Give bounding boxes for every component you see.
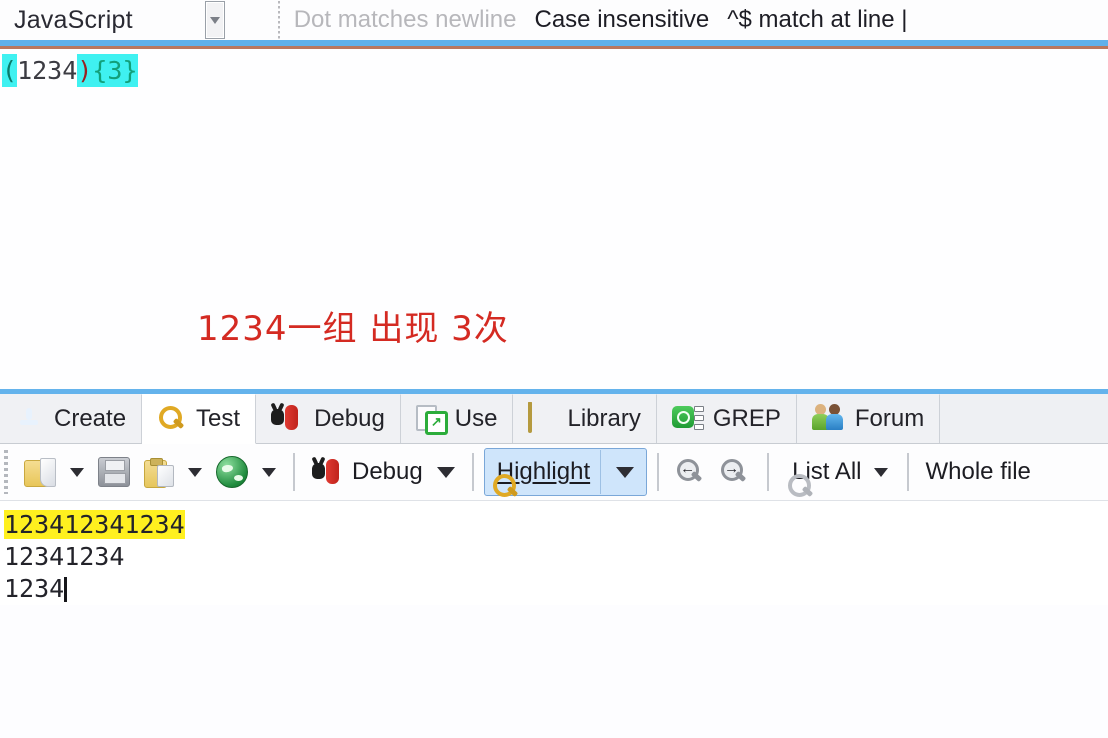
tab-forum[interactable]: Forum xyxy=(796,394,941,443)
clipboard-paste-icon xyxy=(144,457,174,488)
toolbar-separator-2 xyxy=(471,453,474,491)
paste-dropdown-arrow[interactable] xyxy=(188,467,202,477)
tab-debug-label: Debug xyxy=(314,405,385,432)
tab-test[interactable]: Test xyxy=(142,394,257,444)
chevron-down-icon xyxy=(209,16,220,24)
scope-label: Whole file xyxy=(925,458,1031,485)
option-dot-matches-newline[interactable]: Dot matches newline xyxy=(294,6,517,34)
tab-create[interactable]: Create xyxy=(0,394,143,443)
highlight-dropdown-arrow[interactable] xyxy=(600,450,640,494)
option-caret-dollar-match-at-line[interactable]: ^$ match at line | xyxy=(727,6,907,34)
debug-dropdown-arrow[interactable] xyxy=(436,466,455,478)
option-case-insensitive[interactable]: Case insensitive xyxy=(535,6,710,34)
list-all-dropdown-arrow[interactable] xyxy=(873,467,888,477)
debug-button-label: Debug xyxy=(352,458,423,485)
find-previous-button[interactable]: ← xyxy=(669,448,713,496)
regex-token-close-group: ) xyxy=(77,54,93,87)
regex-flavor-label[interactable]: JavaScript xyxy=(14,6,133,35)
magnifier-icon xyxy=(157,404,187,434)
open-file-dropdown-arrow[interactable] xyxy=(70,467,84,477)
subject-line-text: 12341234 xyxy=(4,542,125,571)
regex-token-open-group: ( xyxy=(2,54,18,87)
list-all-button[interactable]: List All xyxy=(779,448,896,496)
main-tab-strip: Create Test Debug ↗ Use Library GREP For… xyxy=(0,394,1108,444)
open-in-browser-button[interactable] xyxy=(209,448,255,496)
regexbuddy-window: JavaScript Dot matches newline Case inse… xyxy=(0,0,1108,738)
search-previous-icon: ← xyxy=(676,458,706,486)
tab-use[interactable]: ↗ Use xyxy=(400,394,514,443)
toolbar-separator-4 xyxy=(767,453,770,491)
regex-token-literal: 1234 xyxy=(17,56,78,85)
regex-pattern-text[interactable]: (1234){3} xyxy=(2,54,138,87)
annotation-note: 1234一组 出现 3次 xyxy=(197,309,509,349)
subject-line-text: 1234 xyxy=(4,574,65,603)
tab-grep-label: GREP xyxy=(712,405,781,432)
browser-dropdown-arrow[interactable] xyxy=(262,467,276,477)
regex-token-quantifier: {3} xyxy=(92,54,138,87)
tab-forum-label: Forum xyxy=(854,405,925,432)
toolbar-grip[interactable] xyxy=(277,1,280,39)
toolbar-separator-1 xyxy=(293,453,295,491)
toolbar-separator-3 xyxy=(657,453,660,491)
open-file-button[interactable] xyxy=(17,448,63,496)
use-icon: ↗ xyxy=(415,404,448,435)
tab-test-label: Test xyxy=(196,405,241,432)
find-next-button[interactable]: → xyxy=(713,448,757,496)
library-icon xyxy=(528,402,558,434)
debug-button[interactable]: Debug xyxy=(305,448,430,496)
scope-selector[interactable]: Whole file xyxy=(919,448,1038,496)
test-action-toolbar: Debug Highlight ← → List All Whole file xyxy=(0,444,1108,501)
regex-editor-pane[interactable]: (1234){3} 1234一组 出现 3次 xyxy=(0,49,1108,389)
subject-line: 123412341234 xyxy=(4,509,1108,541)
paste-button[interactable] xyxy=(137,448,181,496)
regex-options-bar: JavaScript Dot matches newline Case inse… xyxy=(0,0,1108,40)
test-subject-editor[interactable]: 123412341234 12341234 1234 xyxy=(0,501,1108,605)
regex-flavor-dropdown[interactable] xyxy=(204,1,225,39)
search-next-icon: → xyxy=(720,458,750,486)
tab-use-label: Use xyxy=(454,405,498,432)
tab-debug[interactable]: Debug xyxy=(256,394,401,443)
tab-grep[interactable]: GREP xyxy=(656,394,797,443)
create-icon xyxy=(15,404,45,434)
bug-icon xyxy=(271,404,305,434)
regex-match-highlight: 123412341234 xyxy=(4,510,185,539)
grep-icon xyxy=(671,404,704,434)
forum-icon xyxy=(811,404,846,434)
subject-line: 12341234 xyxy=(4,541,1108,573)
tab-create-label: Create xyxy=(54,405,127,432)
tab-library[interactable]: Library xyxy=(513,394,657,443)
save-file-button[interactable] xyxy=(91,448,137,496)
toolbar-separator-5 xyxy=(906,453,909,491)
toolbar-drag-grip[interactable] xyxy=(4,450,8,494)
highlight-button[interactable]: Highlight xyxy=(483,448,648,496)
bug-icon xyxy=(312,458,346,486)
text-cursor xyxy=(64,577,68,602)
subject-line: 1234 xyxy=(4,573,1108,605)
folder-open-icon xyxy=(24,458,56,487)
globe-icon xyxy=(216,456,248,488)
tab-library-label: Library xyxy=(567,405,641,432)
save-floppy-icon xyxy=(98,457,130,487)
